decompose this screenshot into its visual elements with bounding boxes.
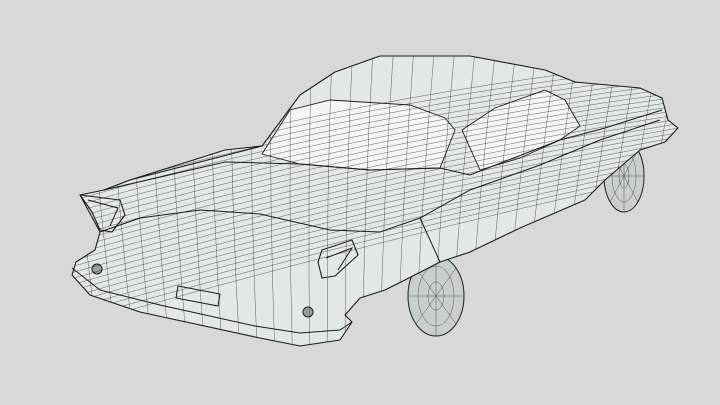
wireframe-car-render — [0, 0, 720, 405]
rear-window — [261, 99, 456, 171]
tail-light-right — [302, 306, 314, 318]
